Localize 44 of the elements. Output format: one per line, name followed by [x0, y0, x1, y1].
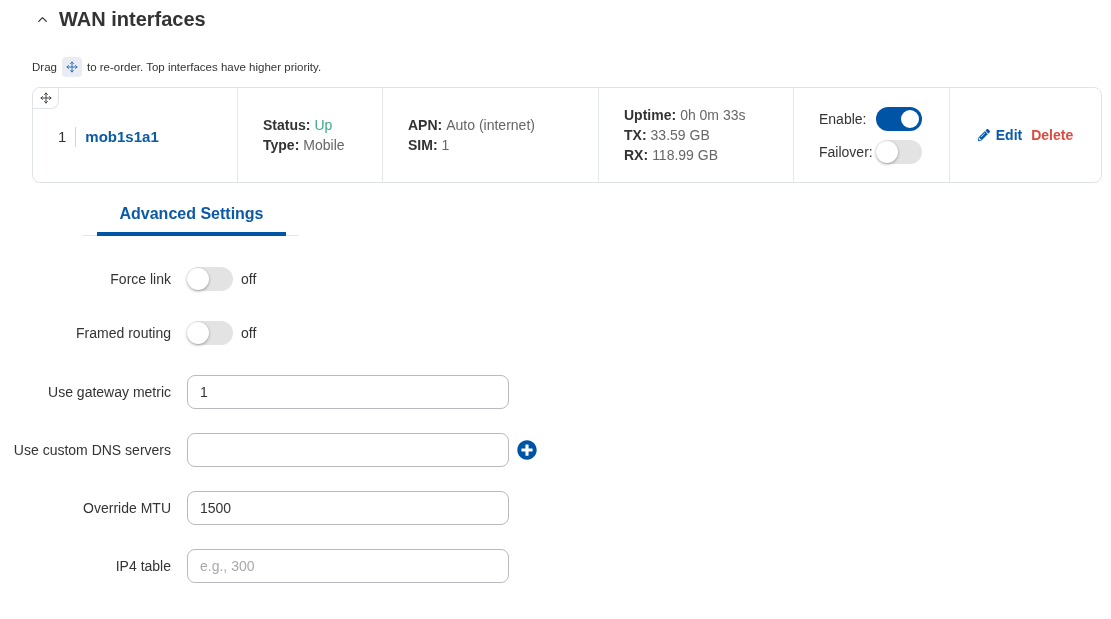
detail-label: RX: — [624, 146, 649, 165]
detail-value: 0h 0m 33s — [680, 106, 746, 125]
field-label: Force link — [110, 271, 171, 287]
tab[interactable]: Advanced Settings — [97, 195, 286, 236]
row-number: 1 — [58, 127, 67, 147]
detail-label: TX: — [624, 126, 647, 145]
field-label: Override MTU — [83, 500, 171, 516]
detail-label: APN: — [408, 116, 443, 135]
switch-state-text: off — [241, 325, 257, 341]
field-label: IP4 table — [115, 558, 171, 574]
move-icon — [61, 57, 82, 77]
hint-text: to re-order. Top interfaces have higher priority. — [86, 61, 322, 73]
switch-label: Enable: — [819, 109, 868, 129]
detail-value: 118.99 GB — [652, 146, 719, 165]
switch-state-text: off — [241, 271, 257, 287]
delete-button[interactable]: Delete — [1031, 127, 1074, 143]
toggle-switch[interactable] — [875, 106, 922, 131]
detail-label: SIM: — [408, 136, 438, 155]
section-title: WAN interfaces — [59, 7, 206, 31]
status-value: Up — [314, 116, 333, 135]
input-field[interactable]: 1500 — [187, 491, 509, 525]
field-label: Framed routing — [76, 325, 171, 341]
input-field[interactable]: e.g., 300 — [187, 549, 509, 583]
detail-value: 1 — [441, 136, 450, 155]
switch-label: Failover: — [819, 142, 873, 162]
field-label: Use custom DNS servers — [13, 442, 171, 458]
plus-icon[interactable] — [517, 440, 537, 460]
edit-button[interactable]: Edit — [977, 127, 1023, 143]
toggle-switch[interactable] — [875, 139, 922, 164]
interface-name: mob1s1a1 — [85, 127, 159, 147]
detail-value: 33.59 GB — [650, 126, 710, 145]
detail-value: Auto (internet) — [446, 116, 535, 135]
pencil-icon — [977, 129, 990, 141]
hint-text: Drag — [32, 61, 57, 73]
move-icon[interactable] — [33, 88, 59, 109]
detail-label: Type: — [263, 136, 300, 155]
toggle-switch[interactable] — [187, 267, 233, 291]
detail-label: Status: — [263, 116, 311, 135]
detail-label: Uptime: — [624, 106, 677, 125]
input-field[interactable] — [187, 433, 509, 467]
field-label: Use gateway metric — [48, 384, 171, 400]
toggle-switch[interactable] — [187, 321, 233, 345]
input-field[interactable]: 1 — [187, 375, 509, 409]
detail-value: Mobile — [303, 136, 345, 155]
